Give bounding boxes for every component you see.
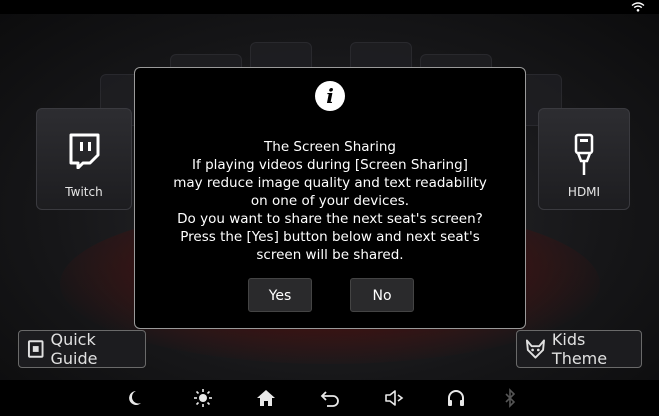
moon-icon[interactable] xyxy=(124,388,144,408)
quick-guide-button[interactable]: Quick Guide xyxy=(18,330,146,368)
tile-label-hdmi: HDMI xyxy=(567,185,601,199)
hdmi-tile[interactable]: HDMI xyxy=(538,108,630,210)
bluetooth-icon[interactable] xyxy=(500,388,520,408)
message-line: Do you want to share the next seat's scr… xyxy=(177,211,483,227)
hdmi-icon xyxy=(574,133,594,175)
status-bar xyxy=(0,0,659,14)
kids-theme-label: Kids Theme xyxy=(551,330,608,368)
no-button[interactable]: No xyxy=(350,278,414,312)
volume-icon[interactable] xyxy=(384,388,404,408)
bottom-control-bar xyxy=(0,380,659,416)
back-icon[interactable] xyxy=(320,388,340,408)
tile-label-twitch: Twitch xyxy=(65,185,103,199)
fox-icon xyxy=(525,339,545,359)
screen: Twitch HDMI Quick Guide Kids Theme i The… xyxy=(0,0,659,416)
message-title: The Screen Sharing xyxy=(264,139,396,155)
message-line: screen will be shared. xyxy=(256,247,404,263)
quick-guide-label: Quick Guide xyxy=(50,330,98,368)
message-line: may reduce image quality and text readab… xyxy=(173,175,487,191)
home-icon[interactable] xyxy=(256,388,276,408)
message-line: If playing videos during [Screen Sharing… xyxy=(192,157,468,173)
message-line: Press the [Yes] button below and next se… xyxy=(180,229,480,245)
brightness-icon[interactable] xyxy=(193,388,213,408)
book-icon xyxy=(27,340,44,358)
twitch-tile[interactable]: Twitch xyxy=(36,108,132,210)
yes-button[interactable]: Yes xyxy=(248,278,312,312)
message-line: on one of your devices. xyxy=(250,193,410,209)
info-icon: i xyxy=(315,81,345,111)
wifi-icon xyxy=(631,2,645,12)
headset-icon[interactable] xyxy=(446,388,466,408)
kids-theme-button[interactable]: Kids Theme xyxy=(516,330,642,368)
twitch-icon xyxy=(69,133,100,169)
screen-sharing-dialog: i The Screen Sharing If playing videos d… xyxy=(134,67,526,329)
dialog-message: The Screen Sharing If playing videos dur… xyxy=(143,138,517,264)
